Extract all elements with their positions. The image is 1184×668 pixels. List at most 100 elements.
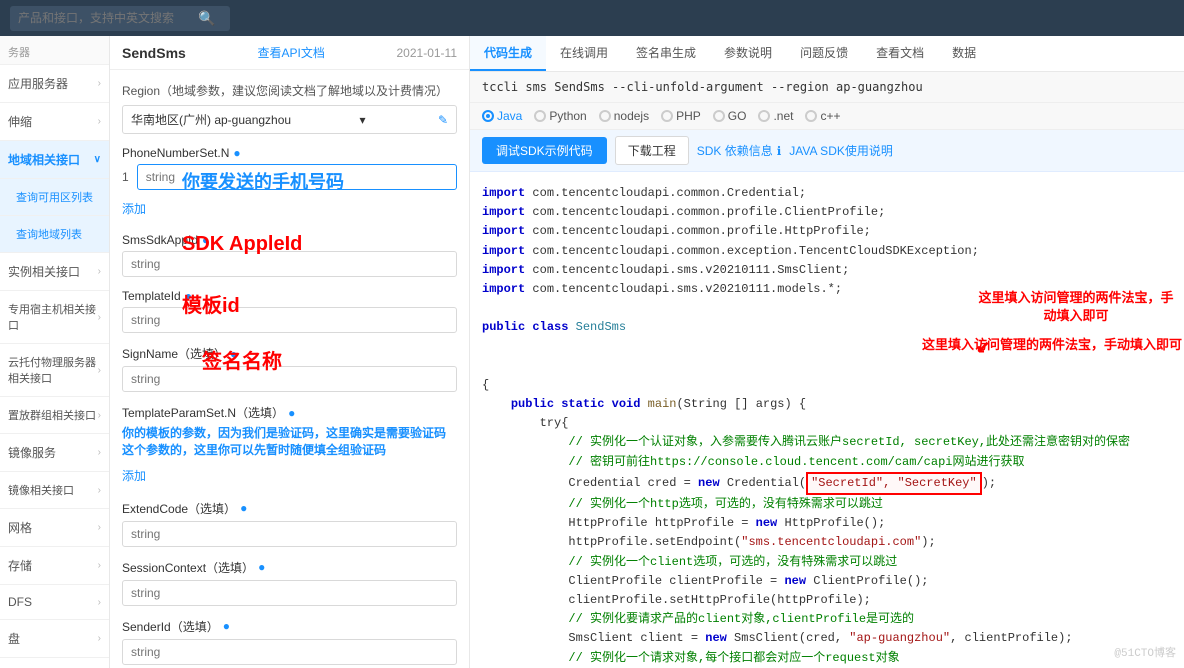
sidebar-item-grid[interactable]: 网格› [0, 509, 109, 547]
lang-java[interactable]: Java [482, 109, 522, 123]
code-cred-line: Credential cred = new Credential("Secret… [482, 472, 1172, 495]
extendcode-input[interactable] [122, 521, 457, 547]
main-layout: 务器 应用服务器› 伸缩› 地域相关接口∨ 查询可用区列表 查询地域列表 实例相… [0, 36, 1184, 668]
app-container: 🔍 务器 应用服务器› 伸缩› 地域相关接口∨ 查询可用区列表 查询地域列表 [0, 0, 1184, 668]
template-label: TemplateId ● [122, 289, 457, 303]
template-section: TemplateId ● 模板id [122, 289, 457, 333]
watermark: @51CTO博客 [1114, 646, 1176, 664]
edit-icon[interactable]: ✎ [438, 113, 448, 127]
sidebar-item-app-server[interactable]: 应用服务器› [0, 65, 109, 103]
code-comment-1: // 实例化一个认证对象，入参需要传入腾讯云账户secretId, secret… [482, 433, 1172, 452]
phone-label: PhoneNumberSet.N ● [122, 146, 457, 160]
right-panel: 代码生成 在线调用 签名串生成 参数说明 问题反馈 查看文档 数据 tccli … [470, 36, 1184, 668]
tab-docs[interactable]: 查看文档 [862, 36, 938, 71]
add-phone-btn[interactable]: 添加 [122, 196, 457, 221]
chevron-right-icon: › [98, 560, 101, 571]
middle-header: SendSms 查看API文档 2021-01-11 [110, 36, 469, 70]
code-blank-1 [482, 299, 1172, 318]
sidebar-item-placement-group[interactable]: 置放群组相关接口› [0, 397, 109, 434]
lang-dotnet[interactable]: .net [758, 109, 793, 123]
sdk-input[interactable] [122, 251, 457, 277]
tab-params[interactable]: 参数说明 [710, 36, 786, 71]
code-set-http-profile: clientProfile.setHttpProfile(httpProfile… [482, 591, 1172, 610]
phone-input[interactable] [137, 164, 457, 190]
api-doc-link[interactable]: 查看API文档 [257, 44, 324, 61]
java-sdk-usage-btn[interactable]: JAVA SDK使用说明 [789, 142, 893, 159]
sender-section: SenderId（选填） ● [122, 618, 457, 665]
sidebar-item-mirror-api[interactable]: 镜像相关接口› [0, 472, 109, 509]
code-comment-4: // 实例化一个client选项，可选的，没有特殊需求可以跳过 [482, 553, 1172, 572]
cli-header: tccli sms SendSms --cli-unfold-argument … [470, 72, 1184, 103]
code-line-5: import com.tencentcloudapi.sms.v20210111… [482, 261, 1172, 280]
code-set-endpoint: httpProfile.setEndpoint("sms.tencentclou… [482, 533, 1172, 552]
template-input[interactable] [122, 307, 457, 333]
sidebar-item-storage[interactable]: 存储› [0, 547, 109, 585]
code-comment-6: // 实例化一个请求对象,每个接口都会对应一个request对象 [482, 649, 1172, 668]
sender-input[interactable] [122, 639, 457, 665]
sidebar-item-mirror-service[interactable]: 镜像服务› [0, 434, 109, 472]
sidebar-item-instance[interactable]: 实例相关接口› [0, 253, 109, 291]
signname-required: ● [230, 347, 237, 361]
sdk-info-btn[interactable]: SDK 依赖信息 ℹ [697, 142, 782, 159]
sidebar-item-query-regions[interactable]: 查询地域列表 [0, 216, 109, 253]
signname-section: SignName（选填） ● 签名名称 [122, 345, 457, 392]
api-date: 2021-01-11 [397, 46, 458, 60]
radio-dotnet [758, 110, 770, 122]
search-box[interactable]: 🔍 [10, 6, 230, 31]
sidebar-item-dfs[interactable]: DFS› [0, 585, 109, 620]
code-http-profile: HttpProfile httpProfile = new HttpProfil… [482, 514, 1172, 533]
add-templateparam-btn[interactable]: 添加 [122, 463, 457, 488]
api-name: SendSms [122, 45, 186, 61]
sidebar-item-dedicated-host[interactable]: 专用宿主机相关接口› [0, 291, 109, 344]
code-area[interactable]: import com.tencentcloudapi.common.Creden… [470, 172, 1184, 668]
radio-java [482, 110, 494, 122]
code-class-decl: public class SendSms 这里填入访问管理的两件法宝，手动填入即… [482, 318, 1172, 376]
sidebar-item-query-zones[interactable]: 查询可用区列表 [0, 179, 109, 216]
sender-label: SenderId（选填） ● [122, 618, 457, 635]
lang-nodejs[interactable]: nodejs [599, 109, 649, 123]
tab-signature[interactable]: 签名串生成 [622, 36, 710, 71]
signname-input[interactable] [122, 366, 457, 392]
debug-btn[interactable]: 调试SDK示例代码 [482, 137, 607, 164]
tab-online-call[interactable]: 在线调用 [546, 36, 622, 71]
chevron-right-icon: › [98, 266, 101, 277]
lang-go[interactable]: GO [713, 109, 747, 123]
code-line-6: import com.tencentcloudapi.sms.v20210111… [482, 280, 1172, 299]
code-comment-2: // 密钥可前往https://console.cloud.tencent.co… [482, 453, 1172, 472]
sidebar: 务器 应用服务器› 伸缩› 地域相关接口∨ 查询可用区列表 查询地域列表 实例相… [0, 36, 110, 668]
session-section: SessionContext（选填） ● [122, 559, 457, 606]
tab-feedback[interactable]: 问题反馈 [786, 36, 862, 71]
lang-php[interactable]: PHP [661, 109, 701, 123]
code-comment-5: // 实例化要请求产品的client对象,clientProfile是可选的 [482, 610, 1172, 629]
region-select[interactable]: 华南地区(广州) ap-guangzhou ▾ ✎ [122, 105, 457, 134]
sidebar-item-scale[interactable]: 伸缩› [0, 103, 109, 141]
sidebar-item-disk[interactable]: 盘› [0, 620, 109, 658]
sidebar-item-region-group[interactable]: 地域相关接口∨ [0, 141, 109, 179]
sidebar-item-cloud-physical[interactable]: 云托付物理服务器相关接口› [0, 344, 109, 397]
session-input[interactable] [122, 580, 457, 606]
middle-panel: SendSms 查看API文档 2021-01-11 Region（地域参数，建… [110, 36, 470, 668]
sidebar-item-balance[interactable]: 均衡› [0, 658, 109, 668]
download-btn[interactable]: 下载工程 [615, 136, 689, 165]
chevron-right-icon: › [98, 410, 101, 421]
extendcode-required: ● [240, 501, 247, 515]
templateparam-section: TemplateParamSet.N（选填） ● 你的模板的参数，因为我们是验证… [122, 404, 457, 488]
sdk-info-label: SDK 依赖信息 [697, 142, 773, 159]
region-label: Region（地域参数，建议您阅读文档了解地域以及计费情况） [122, 82, 457, 99]
search-input[interactable] [18, 11, 198, 25]
code-try: try{ [482, 414, 1172, 433]
tab-data[interactable]: 数据 [938, 36, 990, 71]
lang-python[interactable]: Python [534, 109, 586, 123]
chevron-right-icon: › [98, 597, 101, 608]
annotation-template-param: 你的模板的参数，因为我们是验证码，这里确实是需要验证码这个参数的，这里你可以先暂… [122, 425, 457, 459]
action-bar: 调试SDK示例代码 下载工程 SDK 依赖信息 ℹ JAVA SDK使用说明 [470, 130, 1184, 172]
session-label: SessionContext（选填） ● [122, 559, 457, 576]
chevron-down-icon: ▾ [359, 113, 365, 127]
lang-cpp[interactable]: c++ [805, 109, 840, 123]
middle-content: Region（地域参数，建议您阅读文档了解地域以及计费情况） 华南地区(广州) … [110, 70, 469, 668]
extendcode-label: ExtendCode（选填） ● [122, 500, 457, 517]
sdk-section: SmsSdkAppId ● SDK AppleId [122, 233, 457, 277]
radio-python [534, 110, 546, 122]
phone-section: PhoneNumberSet.N ● 1 你要发送的手机号码 添加 [122, 146, 457, 221]
tab-code-gen[interactable]: 代码生成 [470, 36, 546, 71]
